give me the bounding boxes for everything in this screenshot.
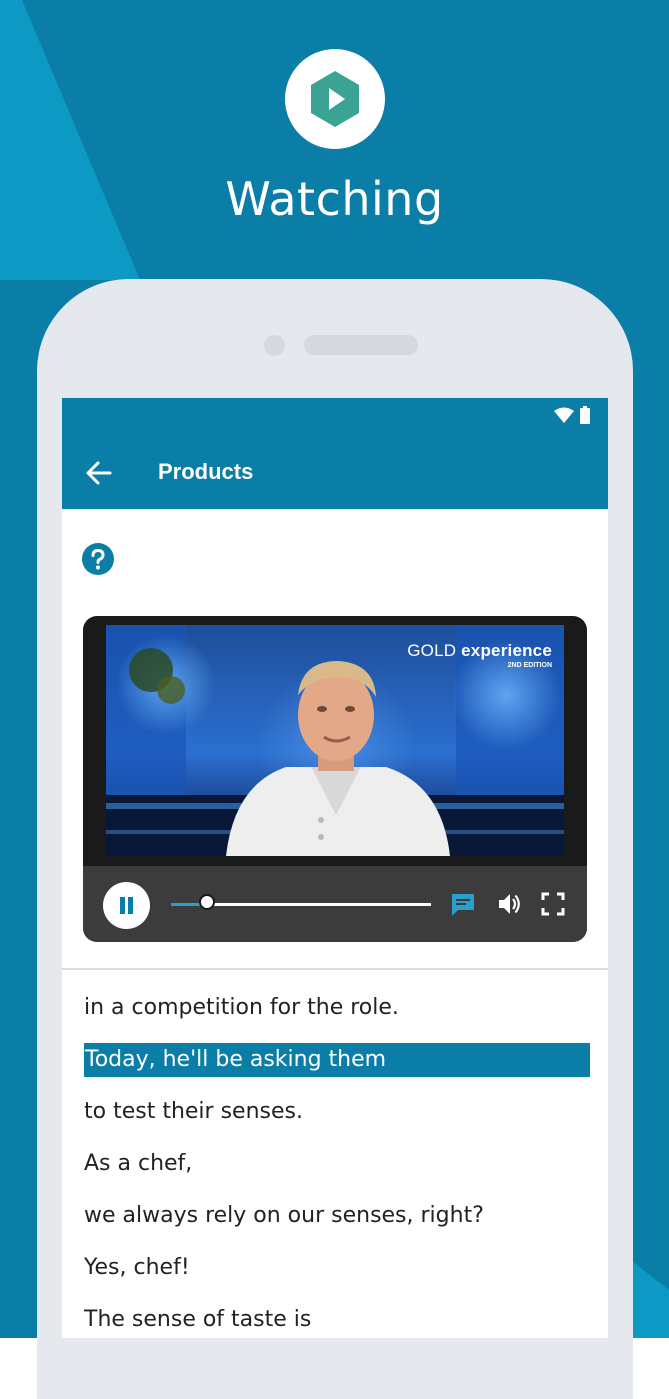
battery-icon: [580, 406, 590, 424]
arrow-left-icon[interactable]: [82, 458, 116, 488]
page-title: Products: [158, 459, 254, 484]
help-circle-icon[interactable]: [82, 543, 114, 575]
transcript-line[interactable]: we always rely on our senses, right?: [84, 1199, 484, 1233]
pause-icon: [120, 897, 133, 914]
wifi-icon: [554, 407, 574, 423]
play-hexagon-icon: [285, 49, 385, 149]
transcript-line[interactable]: in a competition for the role.: [84, 991, 399, 1025]
volume-icon[interactable]: [497, 891, 523, 917]
video-frame[interactable]: GOLD experience 2ND EDITION: [106, 625, 564, 856]
video-watermark: GOLD experience 2ND EDITION: [407, 641, 552, 669]
seek-bar-handle[interactable]: [199, 894, 216, 910]
transcript-line[interactable]: The sense of taste is: [84, 1303, 311, 1337]
app-screen: Products GOLD experience 2ND EDITION in …: [62, 398, 608, 1338]
phone-camera: [264, 335, 285, 356]
brand-experience: experience: [461, 641, 552, 660]
brand-edition: 2ND EDITION: [507, 662, 552, 669]
pause-button[interactable]: [103, 882, 150, 929]
seek-bar[interactable]: [171, 894, 431, 910]
video-controls: [83, 866, 587, 942]
brand-gold: GOLD: [407, 641, 457, 660]
transcript-line[interactable]: to test their senses.: [84, 1095, 303, 1129]
status-bar: [554, 406, 590, 424]
transcript-line[interactable]: Yes, chef!: [84, 1251, 190, 1285]
captions-icon[interactable]: [450, 891, 476, 917]
promo-title: Watching: [225, 172, 444, 226]
app-bar: Products: [62, 398, 608, 509]
phone-speaker: [304, 335, 418, 355]
transcript-line[interactable]: As a chef,: [84, 1147, 192, 1181]
divider: [62, 968, 608, 970]
video-player[interactable]: GOLD experience 2ND EDITION: [83, 616, 587, 942]
fullscreen-icon[interactable]: [540, 891, 566, 917]
transcript-line-active[interactable]: Today, he'll be asking them: [84, 1043, 590, 1077]
